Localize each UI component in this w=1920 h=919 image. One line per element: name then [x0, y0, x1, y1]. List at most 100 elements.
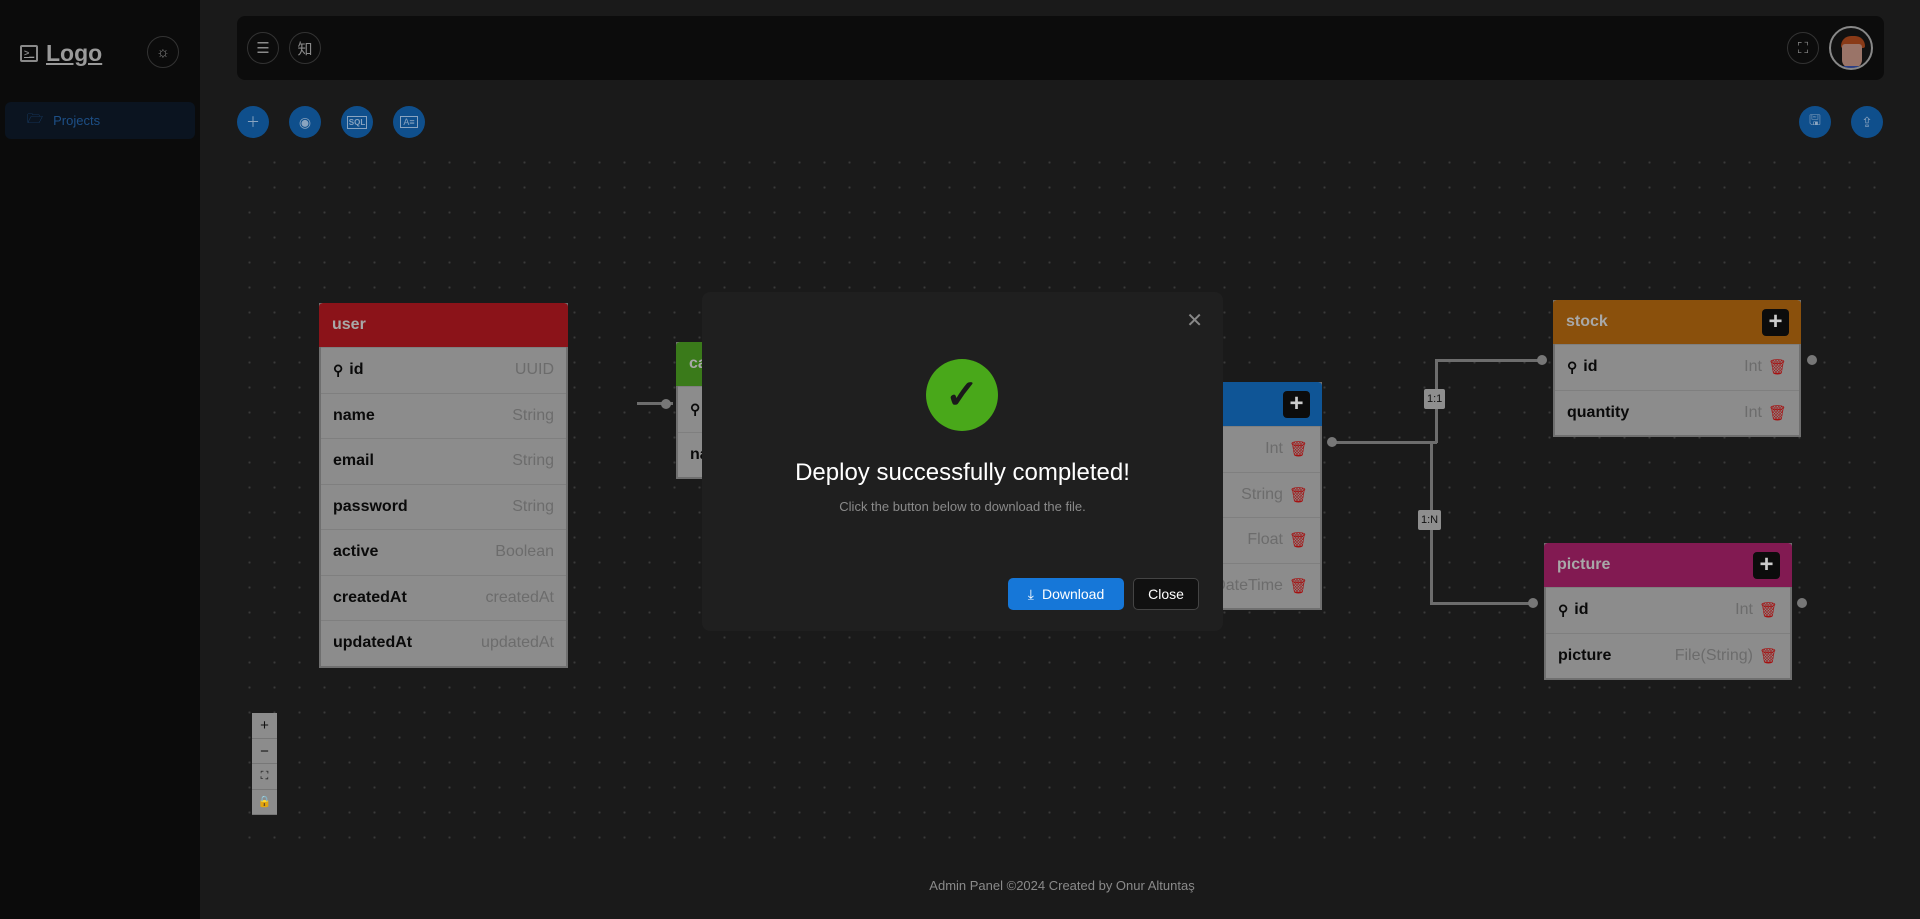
- field-name: id: [1583, 358, 1598, 376]
- edge: [1435, 359, 1540, 362]
- sidebar: >_ Logo ☼ 🗁 Projects: [0, 0, 200, 919]
- avatar[interactable]: [1829, 26, 1873, 70]
- field-type: Boolean: [495, 543, 554, 561]
- edge-handle[interactable]: [1528, 598, 1538, 608]
- terminal-icon: >_: [20, 45, 38, 62]
- footer: Admin Panel ©2024 Created by Onur Altunt…: [929, 878, 1195, 893]
- plus-icon: ＋: [246, 114, 260, 130]
- field-name: createdAt: [333, 588, 407, 606]
- field-row[interactable]: password String: [321, 483, 566, 530]
- table-node-stock[interactable]: stock + ⚲ id Int 🗑 quantity Int 🗑: [1553, 300, 1801, 437]
- field-row[interactable]: email String: [321, 438, 566, 484]
- lock-icon[interactable]: 🔒: [252, 790, 277, 815]
- field-name: password: [333, 497, 408, 515]
- modal-subtitle: Click the button below to download the f…: [839, 499, 1086, 514]
- field-name: name: [333, 406, 375, 424]
- table-name: picture: [1557, 556, 1611, 573]
- field-type: UUID: [514, 361, 554, 379]
- field-row[interactable]: active Boolean: [321, 529, 566, 575]
- field-name: id: [1574, 601, 1589, 619]
- field-type: String: [512, 452, 554, 470]
- export-button[interactable]: ⇪: [1851, 106, 1883, 138]
- key-icon: ⚲: [690, 400, 701, 417]
- edge-handle[interactable]: [1537, 355, 1547, 365]
- sql-button[interactable]: SQL: [341, 106, 373, 138]
- relation-label[interactable]: 1:N: [1418, 510, 1442, 530]
- zoom-out-icon[interactable]: −: [252, 739, 277, 764]
- add-field-button[interactable]: +: [1283, 391, 1310, 418]
- table-header[interactable]: user: [319, 303, 568, 347]
- edge-handle[interactable]: [1807, 355, 1817, 365]
- field-type: Int: [1744, 403, 1762, 421]
- upload-icon: ⇪: [1861, 113, 1873, 130]
- trash-icon[interactable]: 🗑: [1289, 577, 1308, 595]
- add-field-button[interactable]: +: [1762, 309, 1789, 336]
- text-button[interactable]: A≡: [393, 106, 425, 138]
- relation-label[interactable]: 1:1: [1424, 389, 1446, 409]
- add-field-button[interactable]: +: [1753, 552, 1780, 579]
- header-bar: ☰ 知 ⛶: [237, 16, 1884, 80]
- key-icon: ⚲: [333, 361, 344, 378]
- add-table-button[interactable]: ＋: [237, 106, 269, 138]
- trash-icon[interactable]: 🗑: [1289, 440, 1308, 458]
- trash-icon[interactable]: 🗑: [1289, 531, 1308, 549]
- field-row[interactable]: ⚲ id Int 🗑: [1555, 344, 1799, 390]
- fullscreen-icon[interactable]: ⛶: [1787, 32, 1819, 64]
- edge: [1430, 602, 1532, 605]
- field-type: String: [1241, 485, 1283, 503]
- field-type: String: [512, 497, 554, 515]
- field-name: quantity: [1567, 403, 1630, 421]
- edge: [1332, 441, 1437, 444]
- table-node-picture[interactable]: picture + ⚲ id Int 🗑 picture File(String) 🗑: [1544, 543, 1792, 680]
- sidebar-item-label: Projects: [53, 113, 101, 128]
- folder-icon: 🗁: [27, 110, 44, 126]
- field-type: createdAt: [485, 588, 554, 606]
- translate-icon[interactable]: 知: [289, 32, 321, 64]
- zoom-controls: + − ⛶ 🔒: [252, 713, 277, 815]
- download-button[interactable]: ⤓ Download: [1008, 578, 1124, 610]
- field-row[interactable]: ⚲ id UUID: [321, 347, 566, 393]
- trash-icon[interactable]: 🗑: [1768, 404, 1787, 422]
- field-row[interactable]: picture File(String) 🗑: [1546, 632, 1790, 679]
- theme-toggle-sun-icon[interactable]: ☼: [147, 36, 179, 68]
- table-name: stock: [1566, 313, 1608, 330]
- field-type: Int: [1744, 358, 1762, 376]
- close-button[interactable]: Close: [1133, 578, 1199, 610]
- key-icon: ⚲: [1558, 601, 1569, 618]
- trash-icon[interactable]: 🗑: [1759, 647, 1778, 665]
- field-type: updatedAt: [481, 634, 554, 652]
- download-label: Download: [1041, 586, 1105, 602]
- edge-handle[interactable]: [661, 399, 671, 409]
- field-row[interactable]: createdAt createdAt: [321, 574, 566, 621]
- table-name: user: [332, 316, 366, 333]
- modal-title: Deploy successfully completed!: [795, 459, 1130, 486]
- field-name: email: [333, 452, 374, 470]
- table-header[interactable]: stock +: [1553, 300, 1801, 344]
- edge-handle[interactable]: [1797, 598, 1807, 608]
- preview-button[interactable]: ◉: [289, 106, 321, 138]
- logo-text: Logo: [46, 40, 103, 66]
- trash-icon[interactable]: 🗑: [1759, 601, 1778, 619]
- table-header[interactable]: picture +: [1544, 543, 1792, 587]
- sidebar-item-projects[interactable]: 🗁 Projects: [5, 102, 195, 139]
- zoom-in-icon[interactable]: +: [252, 713, 277, 739]
- field-row[interactable]: updatedAt updatedAt: [321, 620, 566, 666]
- field-row[interactable]: name String: [321, 392, 566, 439]
- field-row[interactable]: ⚲ id Int 🗑: [1546, 587, 1790, 633]
- menu-fold-icon[interactable]: ☰: [247, 32, 279, 64]
- table-node-user[interactable]: user ⚲ id UUID name String email String password…: [319, 303, 568, 668]
- field-type: String: [512, 406, 554, 424]
- logo[interactable]: >_ Logo: [20, 40, 102, 67]
- trash-icon[interactable]: 🗑: [1768, 358, 1787, 376]
- trash-icon[interactable]: 🗑: [1289, 486, 1308, 504]
- close-icon[interactable]: ✕: [1186, 308, 1203, 333]
- field-name: id: [349, 361, 364, 379]
- fit-view-icon[interactable]: ⛶: [252, 764, 277, 790]
- field-name: picture: [1558, 646, 1612, 664]
- field-name: updatedAt: [333, 634, 413, 652]
- field-row[interactable]: quantity Int 🗑: [1555, 389, 1799, 436]
- field-type: Int: [1735, 601, 1753, 619]
- edge-handle[interactable]: [1327, 437, 1337, 447]
- success-check-icon: ✓: [926, 359, 998, 431]
- save-button[interactable]: 🖫: [1799, 106, 1831, 138]
